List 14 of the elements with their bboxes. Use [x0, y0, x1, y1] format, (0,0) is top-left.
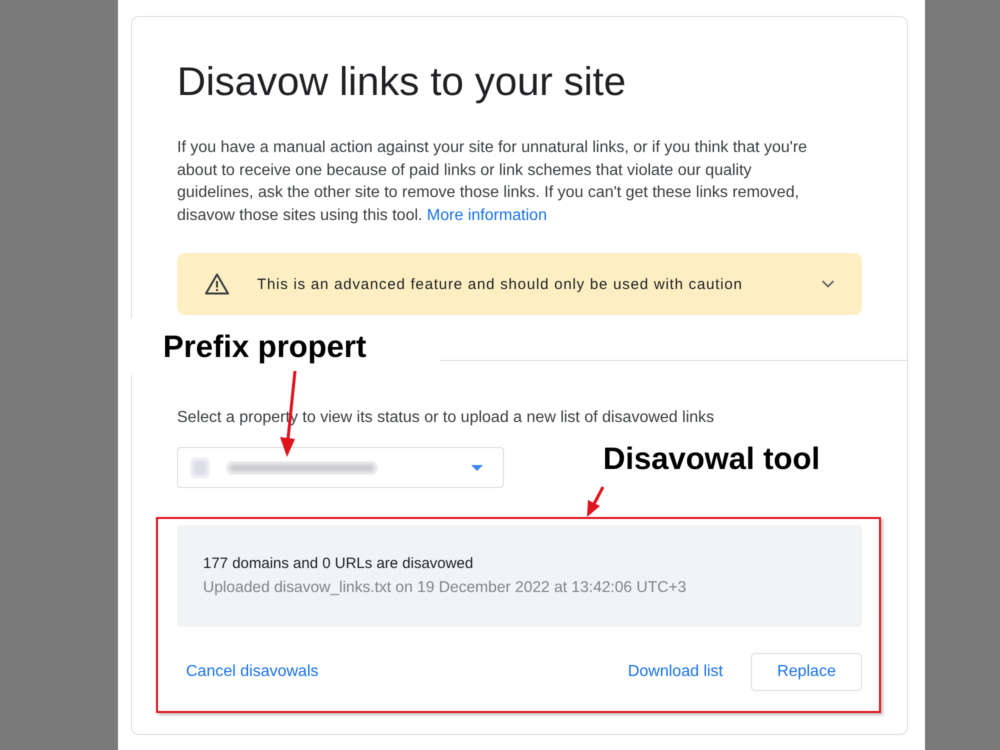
warning-icon [205, 273, 229, 295]
warning-banner[interactable]: This is an advanced feature and should only be used with caution [177, 253, 862, 315]
page-title: Disavow links to your site [177, 59, 626, 105]
replace-button[interactable]: Replace [751, 653, 862, 691]
upload-details: Uploaded disavow_links.txt on 19 December 2022 at 13:42:06 UTC+3 [203, 578, 686, 598]
intro-paragraph: If you have a manual action against your site for unnatural links, or if you think that you're about to receive one because of paid links or link schemes that violate our quality guidelines, ask the other site to remove those links. If you can't get these links removed, disavow those sites using this tool. More information [177, 138, 808, 226]
annotation-label: Prefix propert [130, 318, 440, 375]
disavowed-summary: 177 domains and 0 URLs are disavowed [203, 554, 474, 574]
warning-text: This is an advanced feature and should only be used with caution [257, 276, 743, 292]
blurred-favicon-icon [190, 456, 210, 478]
dropdown-caret-icon [471, 464, 483, 470]
annotation-arrow [585, 486, 605, 518]
more-information-link[interactable]: More information [426, 206, 547, 224]
annotation-label: Disavowal tool [603, 441, 822, 477]
